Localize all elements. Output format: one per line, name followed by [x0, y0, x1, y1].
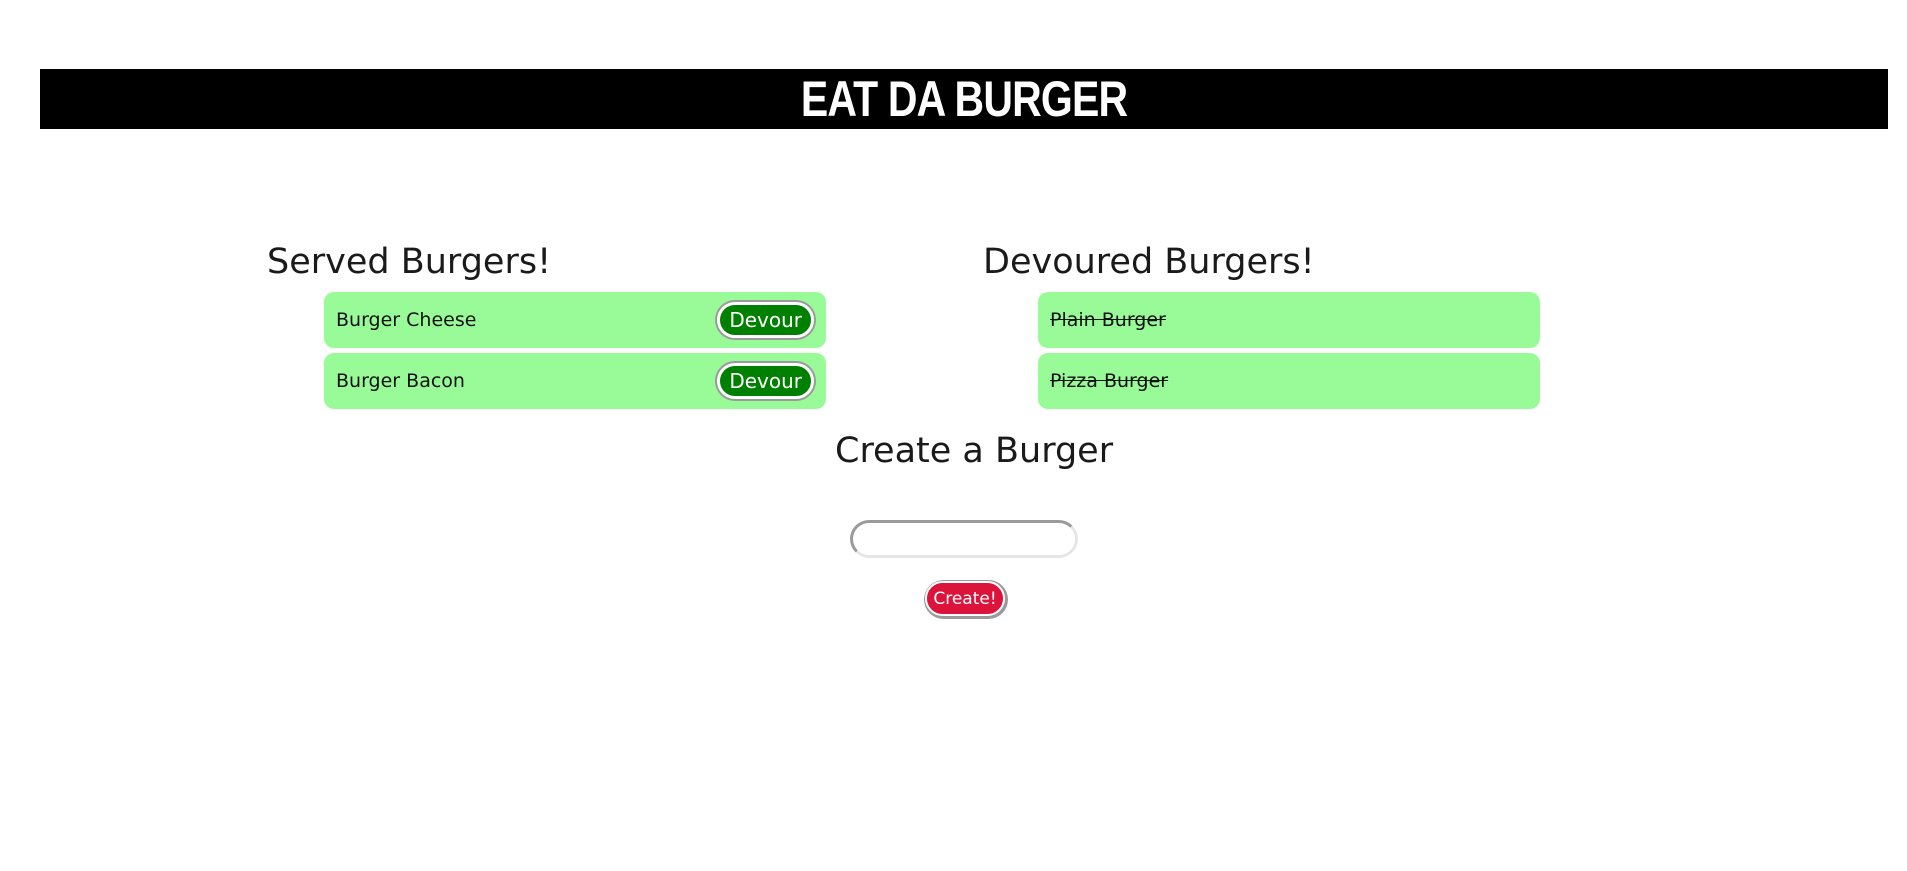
- served-burger-item: Burger Cheese Devour: [324, 292, 826, 348]
- burger-name: Burger Bacon: [336, 370, 465, 392]
- header-banner: EAT DA BURGER: [40, 69, 1888, 129]
- devoured-burgers-list: Plain Burger Pizza Burger: [1038, 292, 1540, 414]
- devour-button[interactable]: Devour: [717, 302, 814, 338]
- served-burger-item: Burger Bacon Devour: [324, 353, 826, 409]
- devoured-burger-item: Plain Burger: [1038, 292, 1540, 348]
- devoured-burger-item: Pizza Burger: [1038, 353, 1540, 409]
- page-title: EAT DA BURGER: [800, 71, 1128, 127]
- served-burgers-heading: Served Burgers!: [267, 242, 552, 282]
- create-burger-heading: Create a Burger: [835, 431, 1114, 471]
- burger-name: Plain Burger: [1050, 309, 1166, 331]
- devour-button[interactable]: Devour: [717, 363, 814, 399]
- create-button[interactable]: Create!: [925, 581, 1005, 616]
- served-burgers-list: Burger Cheese Devour Burger Bacon Devour: [324, 292, 826, 414]
- burger-name: Burger Cheese: [336, 309, 477, 331]
- burger-name: Pizza Burger: [1050, 370, 1169, 392]
- devoured-burgers-heading: Devoured Burgers!: [983, 242, 1315, 282]
- burger-name-input[interactable]: [850, 520, 1078, 558]
